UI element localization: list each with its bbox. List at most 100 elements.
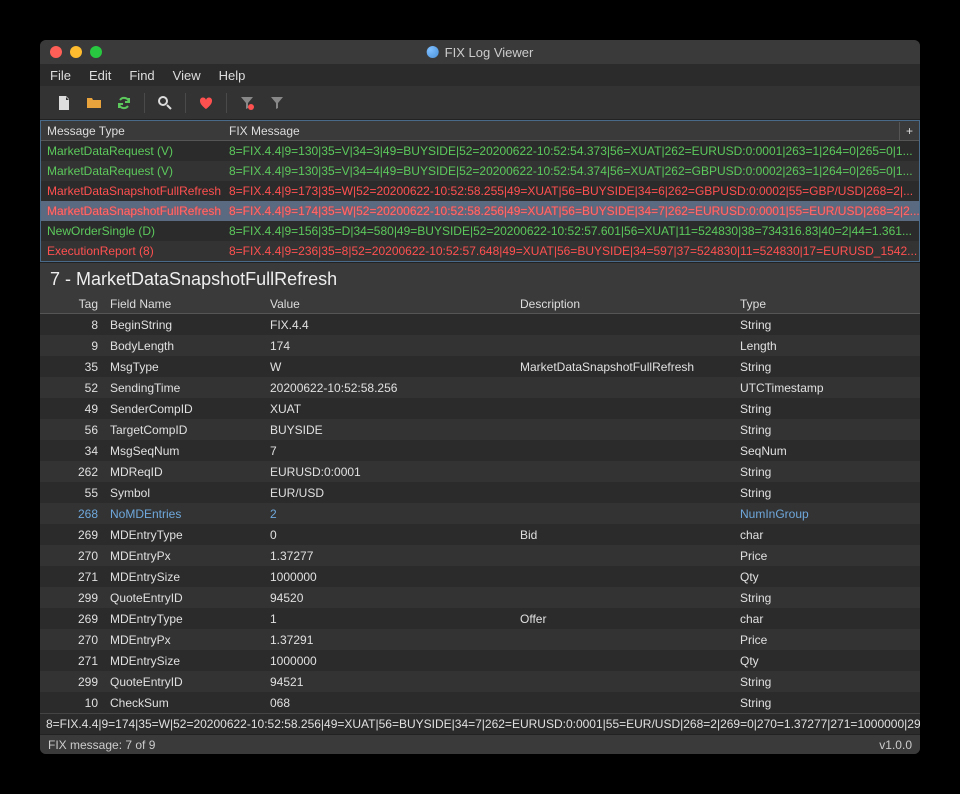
- field-row[interactable]: 270MDEntryPx1.37291Price: [40, 629, 920, 650]
- field-row[interactable]: 299QuoteEntryID94521String: [40, 671, 920, 692]
- field-name-cell: MDReqID: [104, 465, 264, 479]
- value-cell: 1000000: [264, 654, 514, 668]
- tag-cell: 269: [40, 528, 104, 542]
- header-tag[interactable]: Tag: [40, 297, 104, 311]
- value-cell: 1.37291: [264, 633, 514, 647]
- tag-cell: 299: [40, 675, 104, 689]
- message-row[interactable]: ExecutionReport (8)8=FIX.4.4|9=236|35=8|…: [41, 241, 919, 261]
- header-type[interactable]: Type: [734, 297, 920, 311]
- menu-edit[interactable]: Edit: [89, 68, 111, 83]
- value-cell: 0: [264, 528, 514, 542]
- value-cell: EURUSD:0:0001: [264, 465, 514, 479]
- value-cell: 94520: [264, 591, 514, 605]
- field-row[interactable]: 34MsgSeqNum7SeqNum: [40, 440, 920, 461]
- header-description[interactable]: Description: [514, 297, 734, 311]
- tag-cell: 9: [40, 339, 104, 353]
- menu-file[interactable]: File: [50, 68, 71, 83]
- fix-message-cell: 8=FIX.4.4|9=173|35=W|52=20200622-10:52:5…: [223, 182, 919, 200]
- field-row[interactable]: 52SendingTime20200622-10:52:58.256UTCTim…: [40, 377, 920, 398]
- field-row[interactable]: 299QuoteEntryID94520String: [40, 587, 920, 608]
- fix-message-cell: 8=FIX.4.4|9=174|35=W|52=20200622-10:52:5…: [223, 202, 919, 220]
- close-window-button[interactable]: [50, 46, 62, 58]
- field-row[interactable]: 49SenderCompIDXUATString: [40, 398, 920, 419]
- field-row[interactable]: 56TargetCompIDBUYSIDEString: [40, 419, 920, 440]
- field-row[interactable]: 271MDEntrySize1000000Qty: [40, 650, 920, 671]
- type-cell: SeqNum: [734, 444, 920, 458]
- field-name-cell: BodyLength: [104, 339, 264, 353]
- app-window: FIX Log Viewer File Edit Find View Help: [40, 40, 920, 754]
- menu-help[interactable]: Help: [219, 68, 246, 83]
- field-row[interactable]: 262MDReqIDEURUSD:0:0001String: [40, 461, 920, 482]
- menu-view[interactable]: View: [173, 68, 201, 83]
- field-row[interactable]: 35MsgTypeWMarketDataSnapshotFullRefreshS…: [40, 356, 920, 377]
- field-row[interactable]: 268NoMDEntries2NumInGroup: [40, 503, 920, 524]
- type-cell: NumInGroup: [734, 507, 920, 521]
- field-name-cell: NoMDEntries: [104, 507, 264, 521]
- tag-cell: 268: [40, 507, 104, 521]
- filter-button[interactable]: [263, 90, 291, 116]
- value-cell: 1.37277: [264, 549, 514, 563]
- zoom-window-button[interactable]: [90, 46, 102, 58]
- message-row[interactable]: MarketDataSnapshotFullRefresh (W)8=FIX.4…: [41, 181, 919, 201]
- fix-message-cell: 8=FIX.4.4|9=130|35=V|34=3|49=BUYSIDE|52=…: [223, 142, 919, 160]
- type-cell: Price: [734, 549, 920, 563]
- header-message-type[interactable]: Message Type: [41, 122, 223, 140]
- message-type-cell: MarketDataRequest (V): [41, 162, 223, 180]
- messages-header: Message Type FIX Message +: [41, 121, 919, 141]
- field-name-cell: QuoteEntryID: [104, 675, 264, 689]
- message-type-cell: MarketDataSnapshotFullRefresh (W): [41, 202, 223, 220]
- refresh-button[interactable]: [110, 90, 138, 116]
- field-name-cell: MDEntrySize: [104, 570, 264, 584]
- message-row[interactable]: MarketDataRequest (V)8=FIX.4.4|9=130|35=…: [41, 141, 919, 161]
- field-row[interactable]: 55SymbolEUR/USDString: [40, 482, 920, 503]
- field-row[interactable]: 9BodyLength174Length: [40, 335, 920, 356]
- header-value[interactable]: Value: [264, 297, 514, 311]
- type-cell: String: [734, 402, 920, 416]
- header-fix-message[interactable]: FIX Message: [223, 122, 899, 140]
- value-cell: XUAT: [264, 402, 514, 416]
- titlebar: FIX Log Viewer: [40, 40, 920, 64]
- type-cell: char: [734, 528, 920, 542]
- fix-message-cell: 8=FIX.4.4|9=130|35=V|34=4|49=BUYSIDE|52=…: [223, 162, 919, 180]
- field-name-cell: BeginString: [104, 318, 264, 332]
- header-add-column[interactable]: +: [899, 122, 919, 140]
- field-name-cell: MDEntryType: [104, 528, 264, 542]
- detail-table-body: 8BeginStringFIX.4.4String9BodyLength174L…: [40, 314, 920, 713]
- field-name-cell: MsgSeqNum: [104, 444, 264, 458]
- status-left: FIX message: 7 of 9: [48, 738, 155, 752]
- heartbeat-button[interactable]: [192, 90, 220, 116]
- field-row[interactable]: 271MDEntrySize1000000Qty: [40, 566, 920, 587]
- new-file-button[interactable]: [50, 90, 78, 116]
- header-field-name[interactable]: Field Name: [104, 297, 264, 311]
- open-folder-button[interactable]: [80, 90, 108, 116]
- menu-find[interactable]: Find: [129, 68, 154, 83]
- field-name-cell: Symbol: [104, 486, 264, 500]
- value-cell: FIX.4.4: [264, 318, 514, 332]
- message-row[interactable]: MarketDataSnapshotFullRefresh (W)8=FIX.4…: [41, 201, 919, 221]
- field-row[interactable]: 269MDEntryType0Bidchar: [40, 524, 920, 545]
- field-name-cell: MDEntrySize: [104, 654, 264, 668]
- type-cell: String: [734, 318, 920, 332]
- status-right: v1.0.0: [879, 738, 912, 752]
- app-icon: [427, 46, 439, 58]
- description-cell: Offer: [514, 612, 734, 626]
- field-row[interactable]: 10CheckSum068String: [40, 692, 920, 713]
- field-name-cell: SendingTime: [104, 381, 264, 395]
- detail-title: 7 - MarketDataSnapshotFullRefresh: [40, 262, 920, 294]
- minimize-window-button[interactable]: [70, 46, 82, 58]
- type-cell: String: [734, 675, 920, 689]
- type-cell: String: [734, 696, 920, 710]
- field-row[interactable]: 269MDEntryType1Offerchar: [40, 608, 920, 629]
- tag-cell: 49: [40, 402, 104, 416]
- type-cell: String: [734, 423, 920, 437]
- message-row[interactable]: NewOrderSingle (D)8=FIX.4.4|9=156|35=D|3…: [41, 221, 919, 241]
- type-cell: Qty: [734, 654, 920, 668]
- message-type-cell: MarketDataRequest (V): [41, 142, 223, 160]
- filter-remove-button[interactable]: [233, 90, 261, 116]
- search-button[interactable]: [151, 90, 179, 116]
- field-row[interactable]: 8BeginStringFIX.4.4String: [40, 314, 920, 335]
- window-title: FIX Log Viewer: [445, 45, 534, 60]
- field-row[interactable]: 270MDEntryPx1.37277Price: [40, 545, 920, 566]
- message-row[interactable]: MarketDataRequest (V)8=FIX.4.4|9=130|35=…: [41, 161, 919, 181]
- tag-cell: 56: [40, 423, 104, 437]
